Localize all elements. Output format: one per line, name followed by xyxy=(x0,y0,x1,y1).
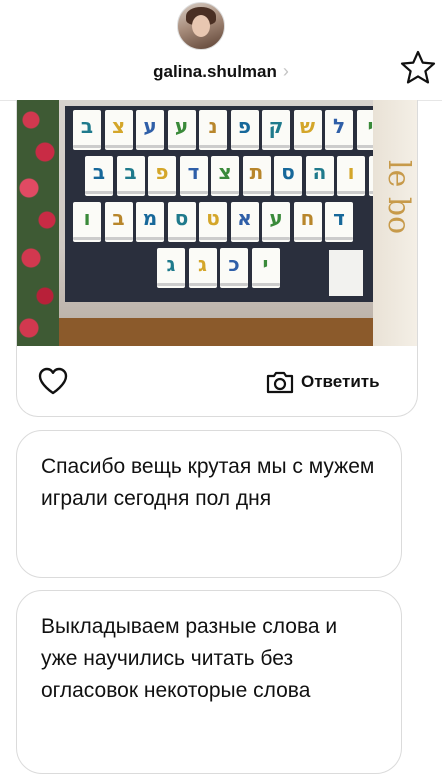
alphabet-tile-caption xyxy=(274,191,302,194)
alphabet-tile-caption xyxy=(242,191,271,194)
alphabet-tile-caption xyxy=(179,191,208,194)
alphabet-tile-caption xyxy=(199,145,227,148)
alphabet-tile-caption xyxy=(167,237,196,240)
alphabet-tile-caption xyxy=(136,237,164,240)
story-reply-header: galina.shulman › xyxy=(0,0,442,101)
alphabet-tile-caption xyxy=(104,145,133,148)
alphabet-tile-caption xyxy=(188,283,217,286)
alphabet-tile: א xyxy=(230,202,259,242)
alphabet-tile: ע xyxy=(167,110,196,150)
alphabet-tile: ד xyxy=(325,202,353,242)
alphabet-tile: ע xyxy=(262,202,290,242)
message-bubble[interactable]: Выкладываем разные слова и уже научились… xyxy=(16,590,402,774)
alphabet-tile-caption xyxy=(230,237,259,240)
photo-banner-text: le bo xyxy=(381,160,416,235)
alphabet-tile: פ xyxy=(230,110,259,150)
avatar-face xyxy=(192,15,210,37)
alphabet-tile: ט xyxy=(199,202,227,242)
alphabet-tile: ה xyxy=(305,156,334,196)
photo-blank-card xyxy=(329,250,363,296)
alphabet-tile: י xyxy=(251,248,280,288)
alphabet-tile-caption xyxy=(262,237,290,240)
alphabet-tile: ג xyxy=(157,248,185,288)
alphabet-tile: ב xyxy=(73,110,101,150)
alphabet-tile-caption xyxy=(220,283,248,286)
alphabet-tile: ש xyxy=(293,110,322,150)
message-text: Выкладываем разные слова и уже научились… xyxy=(41,615,338,702)
alphabet-tile: ס xyxy=(274,156,302,196)
alphabet-tile-caption xyxy=(251,283,280,286)
reply-label: Ответить xyxy=(301,372,380,391)
alphabet-tile: ס xyxy=(167,202,196,242)
chevron-right-icon: › xyxy=(282,61,289,81)
alphabet-tile: מ xyxy=(136,202,164,242)
alphabet-tile: ת xyxy=(242,156,271,196)
alphabet-tile: פ xyxy=(148,156,176,196)
alphabet-tile-caption xyxy=(157,283,185,286)
alphabet-tile-caption xyxy=(104,237,133,240)
alphabet-tile-caption xyxy=(199,237,227,240)
alphabet-tile-caption xyxy=(167,145,196,148)
alphabet-tile-caption xyxy=(325,145,353,148)
alphabet-tile-caption xyxy=(262,145,290,148)
alphabet-tile: צ xyxy=(104,110,133,150)
alphabet-tile: ק xyxy=(262,110,290,150)
alphabet-tile-caption xyxy=(85,191,113,194)
post-image[interactable]: בצעענפקשלימבבפדצתסהושובמסטאעחדגגכי le bo xyxy=(17,100,417,346)
username-row[interactable]: galina.shulman › xyxy=(0,58,442,84)
alphabet-tile-caption xyxy=(73,145,101,148)
photo-flowers xyxy=(17,100,59,346)
star-icon[interactable] xyxy=(398,48,438,88)
alphabet-tile: ע xyxy=(136,110,164,150)
alphabet-tile-caption xyxy=(211,191,239,194)
alphabet-tile: ד xyxy=(179,156,208,196)
alphabet-tile: נ xyxy=(199,110,227,150)
alphabet-tile: ל xyxy=(325,110,353,150)
reply-button[interactable]: Ответить xyxy=(265,368,380,396)
username[interactable]: galina.shulman xyxy=(153,62,277,81)
alphabet-tile: ג xyxy=(188,248,217,288)
alphabet-tile: ב xyxy=(104,202,133,242)
alphabet-tile-caption xyxy=(293,145,322,148)
message-bubble[interactable]: Спасибо вещь крутая мы с мужем играли се… xyxy=(16,430,402,578)
alphabet-tile: צ xyxy=(211,156,239,196)
alphabet-tile-caption xyxy=(230,145,259,148)
alphabet-tile-caption xyxy=(325,237,353,240)
alphabet-tile: ח xyxy=(293,202,322,242)
alphabet-tile-caption xyxy=(136,145,164,148)
alphabet-tile-caption xyxy=(148,191,176,194)
heart-icon[interactable] xyxy=(37,366,69,396)
post-card: בצעענפקשלימבבפדצתסהושובמסטאעחדגגכי le bo… xyxy=(16,100,418,417)
photo-floor xyxy=(59,318,417,346)
alphabet-tile: כ xyxy=(220,248,248,288)
message-text: Спасибо вещь крутая мы с мужем играли се… xyxy=(41,455,375,510)
alphabet-tile-caption xyxy=(305,191,334,194)
alphabet-tile-caption xyxy=(293,237,322,240)
camera-icon xyxy=(266,371,294,394)
alphabet-tile: ב xyxy=(116,156,145,196)
avatar[interactable] xyxy=(177,2,225,50)
alphabet-tile: ו xyxy=(337,156,365,196)
alphabet-tile-caption xyxy=(337,191,365,194)
alphabet-tile: ו xyxy=(73,202,101,242)
post-actions: Ответить xyxy=(17,346,417,416)
alphabet-tile-caption xyxy=(73,237,101,240)
alphabet-tile: ב xyxy=(85,156,113,196)
alphabet-tile-caption xyxy=(116,191,145,194)
